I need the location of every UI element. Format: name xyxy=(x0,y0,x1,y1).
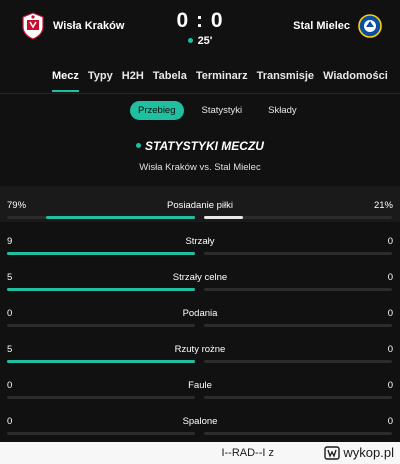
wykop-logo-icon xyxy=(324,445,341,460)
away-team-name: Stal Mielec xyxy=(293,20,350,32)
footer-separator: z xyxy=(268,447,275,459)
stat-row: 9 Strzały 0 xyxy=(0,222,400,255)
footer-brand: wykop.pl xyxy=(324,445,394,460)
match-app: Wisła Kraków 0 : 0 25' Stal Mielec Mecz … xyxy=(0,0,400,442)
home-bar-fill xyxy=(7,360,195,363)
stat-name: Podania xyxy=(182,308,218,319)
away-bar-track xyxy=(204,396,392,399)
sub-tabs: Przebieg Statystyki Składy xyxy=(130,101,305,120)
stat-name: Strzały xyxy=(185,236,215,247)
subtab-przebieg[interactable]: Przebieg xyxy=(130,101,184,120)
stat-row: 0 Spalone 0 xyxy=(0,402,400,435)
tab-typy[interactable]: Typy xyxy=(88,70,113,92)
stat-away-value: 0 xyxy=(387,344,393,355)
stal-crest-icon xyxy=(358,14,382,38)
tab-tabela[interactable]: Tabela xyxy=(153,70,187,92)
tab-wiadomosci[interactable]: Wiadomości xyxy=(323,70,388,92)
match-minute: 25' xyxy=(180,35,220,47)
home-bar-track xyxy=(7,360,195,363)
home-bar-track xyxy=(7,216,195,219)
away-bar-fill xyxy=(204,216,244,219)
stat-row: 0 Podania 0 xyxy=(0,294,400,327)
section-title-text: STATYSTYKI MECZU xyxy=(145,139,264,153)
home-team[interactable]: Wisła Kraków xyxy=(21,12,124,40)
home-bar-track xyxy=(7,396,195,399)
subtab-sklady[interactable]: Składy xyxy=(260,101,305,120)
tab-terminarz[interactable]: Terminarz xyxy=(196,70,248,92)
away-team[interactable]: Stal Mielec xyxy=(293,12,382,40)
tab-h2h[interactable]: H2H xyxy=(122,70,144,92)
score: 0 : 0 xyxy=(176,9,224,32)
stat-away-value: 0 xyxy=(387,308,393,319)
section-title: STATYSTYKI MECZU xyxy=(0,139,400,153)
footer-credit: I--RAD--I z xyxy=(221,447,274,459)
away-bar-track xyxy=(204,324,392,327)
stat-name: Faule xyxy=(188,380,212,391)
stat-away-value: 0 xyxy=(387,380,393,391)
stat-away-value: 21% xyxy=(373,200,393,211)
section-subtitle: Wisła Kraków vs. Stal Mielec xyxy=(139,162,261,173)
stat-name: Strzały celne xyxy=(172,272,228,283)
stat-away-value: 0 xyxy=(387,416,393,427)
away-bar-track xyxy=(204,288,392,291)
home-bar-track xyxy=(7,252,195,255)
stat-row: 79% Posiadanie piłki 21% xyxy=(0,186,400,219)
stat-row: 5 Rzuty rożne 0 xyxy=(0,330,400,363)
away-bar-track xyxy=(204,216,392,219)
home-bar-fill xyxy=(7,288,195,291)
footer-user: I--RAD--I xyxy=(221,447,266,459)
stat-away-value: 0 xyxy=(387,236,393,247)
stat-name: Spalone xyxy=(182,416,218,427)
watermark-footer: I--RAD--I z wykop.pl xyxy=(0,442,400,464)
main-tabs: Mecz Typy H2H Tabela Terminarz Transmisj… xyxy=(52,70,388,92)
minute-text: 25' xyxy=(197,35,213,47)
wisla-crest-icon xyxy=(22,12,44,40)
tab-mecz[interactable]: Mecz xyxy=(52,70,79,92)
subtab-statystyki[interactable]: Statystyki xyxy=(194,101,251,120)
away-bar-track xyxy=(204,252,392,255)
footer-brand-text: wykop.pl xyxy=(343,445,394,460)
match-header: Wisła Kraków 0 : 0 25' Stal Mielec xyxy=(0,0,400,60)
home-bar-track xyxy=(7,288,195,291)
stat-name: Rzuty rożne xyxy=(174,344,226,355)
stat-row: 5 Strzały celne 0 xyxy=(0,258,400,291)
home-bar-track xyxy=(7,324,195,327)
home-bar-fill xyxy=(46,216,195,219)
tabs-divider xyxy=(0,93,400,94)
home-bar-track xyxy=(7,432,195,435)
away-bar-track xyxy=(204,432,392,435)
stat-name: Posiadanie piłki xyxy=(166,200,233,211)
live-dot-icon xyxy=(187,38,193,43)
bullet-icon xyxy=(136,143,142,148)
home-bar-fill xyxy=(7,252,195,255)
stat-row: 0 Faule 0 xyxy=(0,366,400,399)
home-team-name: Wisła Kraków xyxy=(53,20,125,32)
stat-away-value: 0 xyxy=(387,272,393,283)
tab-transmisje[interactable]: Transmisje xyxy=(257,70,314,92)
away-bar-track xyxy=(204,360,392,363)
